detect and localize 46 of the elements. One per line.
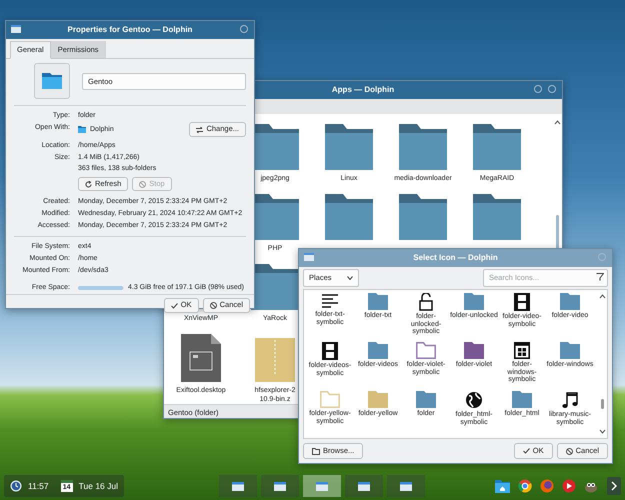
clock-icon	[10, 480, 22, 492]
task-button[interactable]	[219, 475, 258, 497]
folder-icon	[473, 124, 521, 170]
task-button[interactable]	[303, 475, 342, 497]
play-icon[interactable]	[562, 479, 576, 493]
folder-icon	[399, 124, 447, 170]
window-title: Select Icon — Dolphin	[299, 249, 612, 267]
film-icon	[514, 293, 530, 311]
folder-icon	[325, 194, 373, 240]
window-title: Properties for Gentoo — Dolphin	[6, 21, 254, 39]
check-icon	[170, 302, 178, 308]
film-icon	[322, 342, 338, 360]
folder-icon	[312, 448, 320, 454]
window-icon	[11, 25, 21, 33]
folder-icon	[325, 124, 373, 170]
folder-icon	[473, 194, 521, 240]
date-text[interactable]: Tue 16 Jul	[78, 480, 118, 492]
document-icon	[181, 334, 221, 382]
padlock-icon	[419, 293, 433, 311]
window-grid-icon	[514, 342, 530, 359]
check-icon	[522, 448, 530, 454]
window-icon	[304, 253, 314, 261]
cancel-icon	[210, 302, 217, 309]
caret-icon	[347, 276, 353, 280]
text-lines-icon	[321, 293, 339, 309]
swap-icon	[196, 126, 204, 132]
cancel-icon	[566, 448, 573, 454]
music-note-icon	[562, 391, 578, 409]
task-button[interactable]	[261, 475, 300, 497]
app-folder-icon	[78, 126, 86, 133]
refresh-icon	[85, 180, 92, 188]
task-button[interactable]	[345, 475, 384, 497]
window-button-icon[interactable]	[240, 25, 248, 33]
task-button[interactable]	[387, 475, 426, 497]
globe-icon	[465, 391, 483, 409]
browser-icon[interactable]	[518, 479, 532, 493]
chevron-right-icon[interactable]	[607, 477, 621, 495]
scroll-down-icon[interactable]	[599, 429, 606, 434]
cancel-icon	[139, 180, 146, 188]
scroll-up-icon[interactable]	[554, 120, 561, 125]
scroll-up-icon[interactable]	[599, 294, 606, 299]
icon-button[interactable]	[34, 63, 70, 100]
folder-icon	[399, 194, 447, 240]
clock-time[interactable]: 11:57	[28, 480, 49, 492]
folder-icon	[42, 73, 62, 90]
scrollbar-thumb[interactable]	[601, 399, 604, 409]
